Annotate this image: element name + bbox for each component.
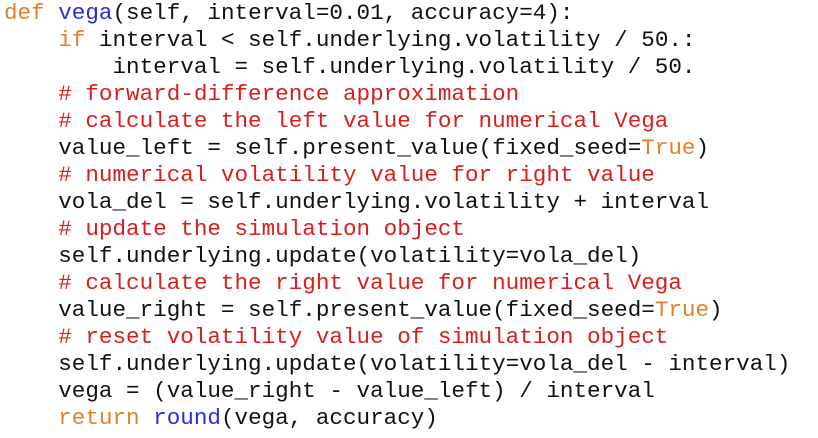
comment-token: # calculate the left value for numerical… (58, 108, 669, 134)
code-line: vega = (value_right - value_left) / inte… (4, 378, 790, 405)
code-text-token: ) (695, 135, 710, 161)
code-text-token: self.underlying.update(volatility=vola_d… (4, 243, 642, 269)
code-line: value_right = self.present_value(fixed_s… (4, 297, 790, 324)
code-text-token: (vega, accuracy) (220, 405, 438, 431)
code-line: vola_del = self.underlying.volatility + … (4, 189, 790, 216)
code-line: self.underlying.update(volatility=vola_d… (4, 351, 790, 378)
code-text-token: vola_del = self.underlying.volatility + … (4, 189, 710, 215)
keyword-token: True (641, 135, 696, 161)
code-line: # calculate the right value for numerica… (4, 270, 790, 297)
keyword-token: return (58, 405, 140, 431)
comment-token: # reset volatility value of simulation o… (58, 324, 669, 350)
code-line: # update the simulation object (4, 216, 790, 243)
code-text-token: value_left = self.present_value(fixed_se… (4, 135, 642, 161)
code-line: # calculate the left value for numerical… (4, 108, 790, 135)
keyword-token: def (4, 0, 45, 26)
code-line: if interval < self.underlying.volatility… (4, 27, 790, 54)
keyword-token: if (58, 27, 86, 53)
comment-token: # update the simulation object (58, 216, 465, 242)
code-line: self.underlying.update(volatility=vola_d… (4, 243, 790, 270)
code-text-token: value_right = self.present_value(fixed_s… (4, 297, 655, 323)
code-text-token: interval < self.underlying.volatility / … (85, 27, 696, 53)
comment-token: # calculate the right value for numerica… (58, 270, 682, 296)
code-text-token: (self, interval=0.01, accuracy=4): (112, 0, 574, 26)
code-line: def vega(self, interval=0.01, accuracy=4… (4, 0, 790, 27)
code-line: # reset volatility value of simulation o… (4, 324, 790, 351)
code-text-token: interval = self.underlying.volatility / … (4, 54, 696, 80)
code-line: # forward-difference approximation (4, 81, 790, 108)
function-name-token: vega (58, 0, 113, 26)
code-text-token: self.underlying.update(volatility=vola_d… (4, 351, 791, 377)
code-text-token: ) (709, 297, 723, 323)
comment-token: # forward-difference approximation (58, 81, 520, 107)
code-text-token: vega = (value_right - value_left) / inte… (4, 378, 655, 404)
function-name-token: round (153, 405, 221, 431)
code-line: interval = self.underlying.volatility / … (4, 54, 790, 81)
comment-token: # numerical volatility value for right v… (58, 162, 655, 188)
code-line: # numerical volatility value for right v… (4, 162, 790, 189)
code-line: return round(vega, accuracy) (4, 405, 790, 432)
code-line: value_left = self.present_value(fixed_se… (4, 135, 790, 162)
code-block: def vega(self, interval=0.01, accuracy=4… (4, 0, 790, 432)
keyword-token: True (654, 297, 710, 323)
